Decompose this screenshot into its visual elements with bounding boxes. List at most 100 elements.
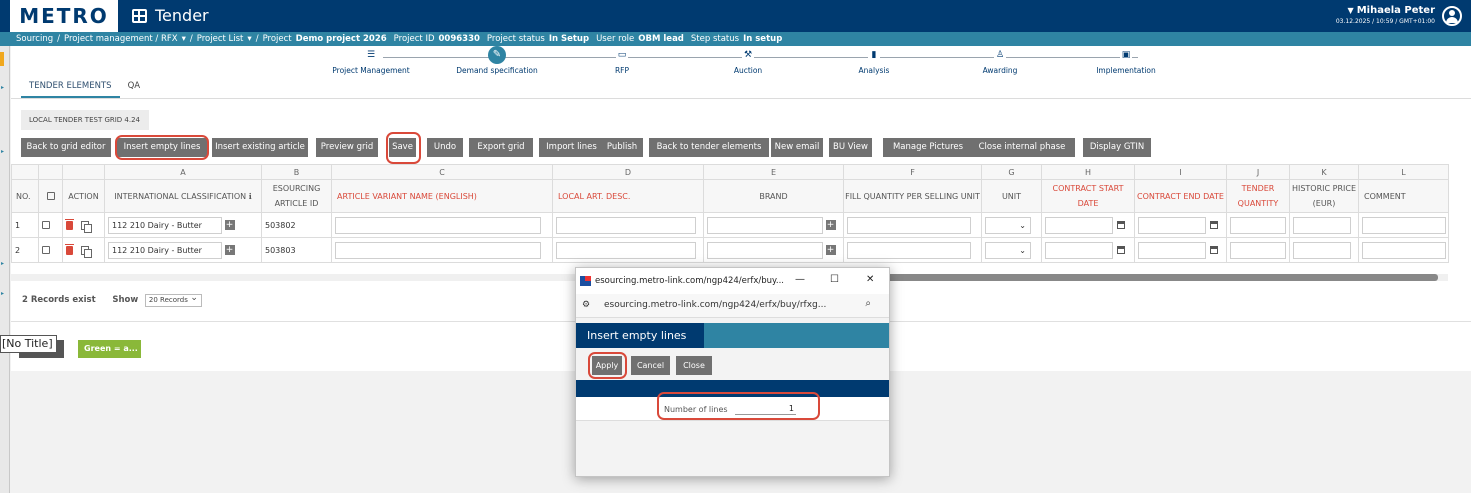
contract-end-input[interactable] <box>1138 241 1206 259</box>
historic-price-input[interactable] <box>1293 241 1351 259</box>
contract-end-input[interactable] <box>1138 216 1206 234</box>
export-grid-button[interactable]: Export grid <box>469 138 533 157</box>
breadcrumb-project-management[interactable]: Project management / RFX <box>64 34 178 44</box>
insert-existing-article-button[interactable]: Insert existing article <box>212 138 308 157</box>
header-brand[interactable]: BRAND <box>703 179 844 213</box>
classification-field[interactable]: 112 210 Dairy - Butter <box>108 216 222 234</box>
calendar-icon[interactable] <box>1117 221 1125 229</box>
local-art-desc-cell <box>552 237 704 263</box>
step-rfp[interactable]: ▭ RFP <box>567 50 677 75</box>
popup-titlebar[interactable]: esourcing.metro-link.com/ngp424/erfx/buy… <box>576 268 889 294</box>
step-analysis[interactable]: ▮ Analysis <box>819 50 929 75</box>
copy-icon[interactable] <box>81 220 92 233</box>
info-icon[interactable]: ℹ <box>249 192 252 201</box>
metro-logo[interactable]: METRO <box>10 0 118 32</box>
records-per-page-select[interactable]: 20 Records <box>144 293 202 307</box>
contract-start-input[interactable] <box>1045 216 1113 234</box>
header-unit[interactable]: UNIT <box>981 179 1042 213</box>
header-no[interactable]: NO. <box>11 179 39 213</box>
brand-input[interactable] <box>707 241 823 259</box>
back-to-grid-editor-button[interactable]: Back to grid editor <box>21 138 111 157</box>
preview-grid-button[interactable]: Preview grid <box>316 138 378 157</box>
header-local-art-desc[interactable]: LOCAL ART. DESC. <box>552 179 704 213</box>
add-icon[interactable]: + <box>825 220 836 230</box>
article-variant-name-input[interactable] <box>335 216 541 234</box>
sidebar-toggle[interactable] <box>0 52 4 66</box>
column-letter: I <box>1134 164 1227 180</box>
row-checkbox[interactable] <box>42 246 50 254</box>
maximize-icon[interactable]: ☐ <box>830 274 839 285</box>
step-demand-specification[interactable]: ✎ Demand specification <box>442 46 552 75</box>
classification-field[interactable]: 112 210 Dairy - Butter <box>108 241 222 259</box>
local-art-desc-input[interactable] <box>556 241 696 259</box>
undo-button[interactable]: Undo <box>427 138 463 157</box>
article-id-cell: 503803 <box>261 237 332 263</box>
copy-icon[interactable] <box>81 245 92 258</box>
popup-url[interactable]: esourcing.metro-link.com/ngp424/erfx/buy… <box>604 300 826 310</box>
caret-down-icon[interactable]: ▾ <box>182 34 186 44</box>
back-to-tender-elements-button[interactable]: Back to tender elements <box>649 138 769 157</box>
tab-qa[interactable]: QA <box>120 76 149 98</box>
header-tender-quantity[interactable]: TENDER QUANTITY <box>1226 179 1290 213</box>
header-fill-quantity[interactable]: FILL QUANTITY PER SELLING UNIT <box>843 179 982 213</box>
close-button[interactable]: Close <box>676 356 712 375</box>
contract-start-input[interactable] <box>1045 241 1113 259</box>
header-historic-price[interactable]: HISTORIC PRICE (EUR) <box>1289 179 1359 213</box>
step-project-management[interactable]: ☰ Project Management <box>316 50 426 75</box>
fill-quantity-input[interactable] <box>847 241 971 259</box>
bu-view-button[interactable]: BU View <box>829 138 872 157</box>
horizontal-scrollbar-thumb[interactable] <box>887 274 1438 281</box>
header-comment[interactable]: COMMENT <box>1358 179 1449 213</box>
header-international-classification[interactable]: INTERNATIONAL CLASSIFICATION ℹ <box>104 179 262 213</box>
fill-quantity-input[interactable] <box>847 216 971 234</box>
highlight-number-of-lines <box>657 392 820 420</box>
comment-input[interactable] <box>1362 216 1446 234</box>
brand-cell: + <box>703 237 844 263</box>
step-implementation[interactable]: ▣ Implementation <box>1071 50 1181 75</box>
historic-price-input[interactable] <box>1293 216 1351 234</box>
tender-quantity-input[interactable] <box>1230 216 1286 234</box>
import-lines-button[interactable]: Import lines <box>539 138 604 157</box>
zoom-icon[interactable]: ⌕ <box>865 298 871 309</box>
breadcrumb-sourcing[interactable]: Sourcing <box>16 34 53 44</box>
close-window-icon[interactable]: ✕ <box>866 274 874 285</box>
local-art-desc-input[interactable] <box>556 216 696 234</box>
select-all-checkbox[interactable] <box>46 192 55 200</box>
delete-icon[interactable] <box>65 243 74 255</box>
add-icon[interactable]: + <box>224 220 235 230</box>
cancel-button[interactable]: Cancel <box>631 356 670 375</box>
unit-select[interactable]: ⌄ <box>985 241 1031 259</box>
close-internal-phase-button[interactable]: Close internal phase <box>969 138 1075 157</box>
header-contract-start-date[interactable]: CONTRACT START DATE <box>1041 179 1135 213</box>
display-gtin-button[interactable]: Display GTIN <box>1083 138 1151 157</box>
manage-pictures-button[interactable]: Manage Pictures <box>883 138 973 157</box>
calendar-icon[interactable] <box>1210 221 1218 229</box>
tab-tender-elements[interactable]: TENDER ELEMENTS <box>21 76 120 98</box>
add-icon[interactable]: + <box>825 245 836 255</box>
comment-input[interactable] <box>1362 241 1446 259</box>
add-icon[interactable]: + <box>224 245 235 255</box>
grid-title-tab[interactable]: LOCAL TENDER TEST GRID 4.24 <box>21 110 149 130</box>
new-email-button[interactable]: New email <box>771 138 823 157</box>
breadcrumb-project-list[interactable]: Project List <box>197 34 244 44</box>
publish-button[interactable]: Publish <box>601 138 643 157</box>
unit-select[interactable]: ⌄ <box>985 216 1031 234</box>
calendar-icon[interactable] <box>1117 246 1125 254</box>
minimize-icon[interactable]: — <box>795 274 805 285</box>
row-checkbox[interactable] <box>42 221 50 229</box>
brand-input[interactable] <box>707 216 823 234</box>
tender-quantity-input[interactable] <box>1230 241 1286 259</box>
delete-icon[interactable] <box>65 218 74 230</box>
caret-down-icon[interactable]: ▾ <box>247 34 251 44</box>
site-settings-icon[interactable]: ⚙ <box>582 300 590 310</box>
header-contract-end-date[interactable]: CONTRACT END DATE <box>1134 179 1227 213</box>
step-awarding[interactable]: ♙ Awarding <box>945 50 1055 75</box>
step-auction[interactable]: ⚒ Auction <box>693 50 803 75</box>
calendar-icon[interactable] <box>1210 246 1218 254</box>
header-article-variant-name[interactable]: ARTICLE VARIANT NAME (ENGLISH) <box>331 179 553 213</box>
header-esourcing-article-id[interactable]: ESOURCING ARTICLE ID <box>261 179 332 213</box>
user-avatar-icon[interactable] <box>1442 6 1462 26</box>
article-variant-name-input[interactable] <box>335 241 541 259</box>
user-menu[interactable]: ▼ Mihaela Peter <box>1348 5 1435 16</box>
caret-down-icon: ▼ <box>1347 6 1354 15</box>
